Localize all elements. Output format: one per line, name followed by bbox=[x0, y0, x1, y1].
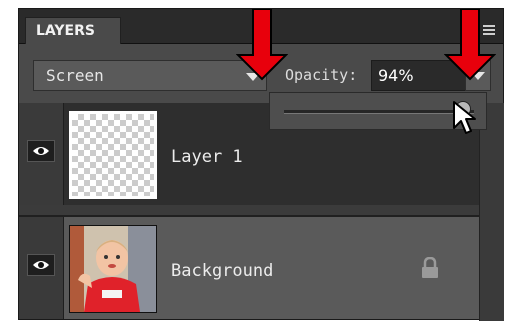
layer-thumbnail-transparent bbox=[69, 111, 157, 199]
blend-mode-dropdown[interactable]: Screen bbox=[33, 60, 267, 91]
mouse-pointer-icon bbox=[453, 101, 476, 134]
visibility-column bbox=[19, 103, 64, 205]
layer-name[interactable]: Background bbox=[171, 261, 273, 281]
visibility-column bbox=[19, 217, 64, 319]
red-down-arrow-annotation bbox=[444, 9, 496, 81]
eye-icon bbox=[33, 147, 49, 155]
lock-icon bbox=[422, 257, 438, 278]
visibility-toggle[interactable] bbox=[27, 140, 55, 162]
layers-scrollbar[interactable] bbox=[479, 103, 504, 321]
blend-mode-value: Screen bbox=[46, 66, 104, 85]
eye-icon bbox=[33, 261, 49, 269]
visibility-toggle[interactable] bbox=[27, 254, 55, 276]
opacity-slider-track[interactable] bbox=[284, 110, 474, 114]
child-photo-image bbox=[70, 226, 156, 312]
tab-layers[interactable]: LAYERS bbox=[25, 17, 121, 44]
red-down-arrow-annotation bbox=[236, 9, 288, 81]
layer-thumbnail-photo bbox=[69, 225, 157, 313]
opacity-label: Opacity: bbox=[285, 66, 358, 84]
layer-row-background[interactable]: Background bbox=[19, 215, 479, 319]
layer-name[interactable]: Layer 1 bbox=[171, 147, 243, 167]
